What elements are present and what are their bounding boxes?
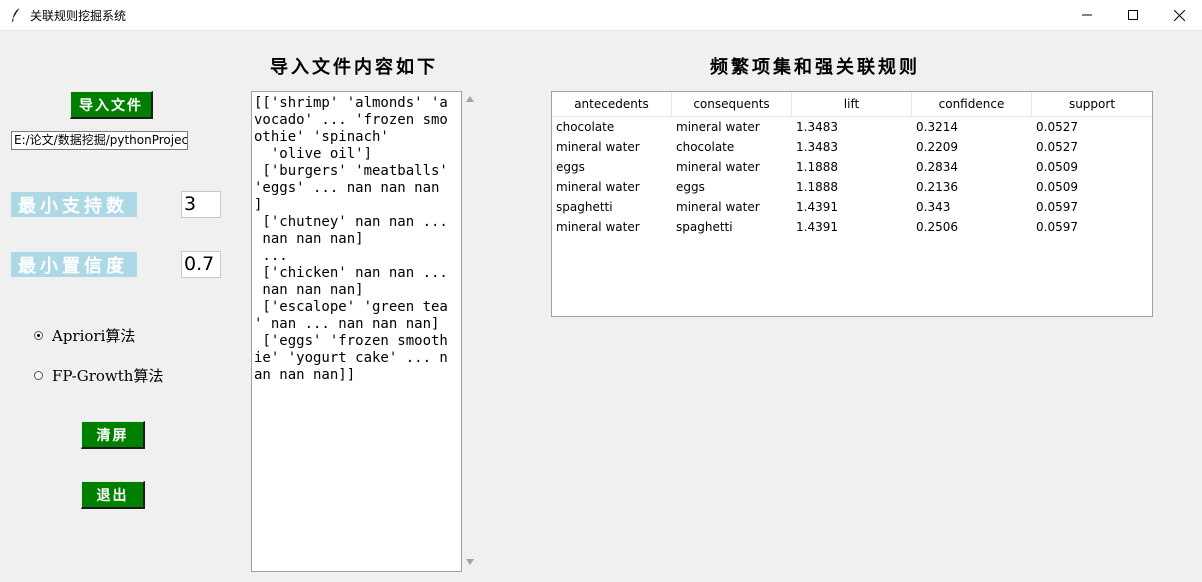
cell-confidence: 0.2506: [916, 220, 958, 234]
fp-growth-radio-label: FP-Growth算法: [52, 367, 164, 385]
maximize-icon: [1128, 10, 1138, 20]
cell-support: 0.0509: [1036, 160, 1078, 174]
table-row[interactable]: mineral water chocolate 1.3483 0.2209 0.…: [552, 137, 1152, 157]
minimize-icon: [1082, 10, 1092, 20]
cell-lift: 1.4391: [796, 220, 838, 234]
cell-antecedents: mineral water: [556, 180, 640, 194]
cell-consequents: spaghetti: [676, 220, 733, 234]
scroll-up-arrow-icon[interactable]: [466, 96, 474, 102]
apriori-radio[interactable]: Apriori算法: [34, 325, 135, 346]
column-header-antecedents[interactable]: antecedents: [552, 92, 672, 116]
column-header-lift[interactable]: lift: [792, 92, 912, 116]
min-confidence-input[interactable]: 0.7: [181, 251, 221, 278]
column-header-support[interactable]: support: [1032, 92, 1152, 116]
cell-lift: 1.4391: [796, 200, 838, 214]
cell-consequents: chocolate: [676, 140, 735, 154]
cell-lift: 1.3483: [796, 120, 838, 134]
apriori-radio-label: Apriori算法: [52, 327, 136, 345]
radio-indicator: [34, 371, 43, 380]
table-row[interactable]: chocolate mineral water 1.3483 0.3214 0.…: [552, 117, 1152, 137]
rules-table: antecedents consequents lift confidence …: [551, 91, 1153, 317]
column-header-consequents[interactable]: consequents: [672, 92, 792, 116]
cell-lift: 1.1888: [796, 160, 838, 174]
import-file-button[interactable]: 导入文件: [70, 91, 153, 119]
exit-button[interactable]: 退出: [81, 481, 145, 509]
file-content-textarea[interactable]: [['shrimp' 'almonds' 'a vocado' ... 'fro…: [251, 91, 462, 572]
min-support-input[interactable]: 3: [181, 191, 221, 218]
min-support-label: 最小支持数: [11, 192, 137, 217]
table-row[interactable]: mineral water spaghetti 1.4391 0.2506 0.…: [552, 217, 1152, 237]
cell-confidence: 0.3214: [916, 120, 958, 134]
file-content-heading: 导入文件内容如下: [270, 57, 438, 78]
table-header: antecedents consequents lift confidence …: [552, 92, 1152, 117]
cell-consequents: mineral water: [676, 160, 760, 174]
window-title-bar: 关联规则挖掘系统: [0, 0, 1202, 31]
cell-support: 0.0597: [1036, 220, 1078, 234]
rules-heading: 频繁项集和强关联规则: [710, 57, 920, 78]
window-title: 关联规则挖掘系统: [30, 9, 127, 23]
cell-support: 0.0527: [1036, 140, 1078, 154]
cell-antecedents: mineral water: [556, 220, 640, 234]
cell-antecedents: mineral water: [556, 140, 640, 154]
fp-growth-radio[interactable]: FP-Growth算法: [34, 365, 163, 386]
cell-confidence: 0.343: [916, 200, 951, 214]
cell-antecedents: spaghetti: [556, 200, 613, 214]
cell-support: 0.0527: [1036, 120, 1078, 134]
table-row[interactable]: mineral water eggs 1.1888 0.2136 0.0509: [552, 177, 1152, 197]
min-confidence-label: 最小置信度: [11, 252, 137, 277]
cell-consequents: mineral water: [676, 120, 760, 134]
cell-antecedents: eggs: [556, 160, 585, 174]
file-path-field[interactable]: E:/论文/数据挖掘/pythonProjec: [11, 131, 188, 150]
cell-support: 0.0597: [1036, 200, 1078, 214]
table-row[interactable]: eggs mineral water 1.1888 0.2834 0.0509: [552, 157, 1152, 177]
cell-confidence: 0.2136: [916, 180, 958, 194]
cell-consequents: mineral water: [676, 200, 760, 214]
cell-consequents: eggs: [676, 180, 705, 194]
close-button[interactable]: [1156, 0, 1202, 30]
cell-lift: 1.3483: [796, 140, 838, 154]
feather-icon: [10, 7, 22, 23]
radio-indicator: [34, 331, 43, 340]
minimize-button[interactable]: [1064, 0, 1110, 30]
cell-support: 0.0509: [1036, 180, 1078, 194]
cell-lift: 1.1888: [796, 180, 838, 194]
clear-screen-button[interactable]: 清屏: [81, 421, 145, 449]
cell-confidence: 0.2834: [916, 160, 958, 174]
close-icon: [1173, 9, 1185, 21]
column-header-confidence[interactable]: confidence: [912, 92, 1032, 116]
scroll-down-arrow-icon[interactable]: [466, 559, 474, 565]
table-row[interactable]: spaghetti mineral water 1.4391 0.343 0.0…: [552, 197, 1152, 217]
textarea-scrollbar[interactable]: [462, 91, 479, 572]
cell-antecedents: chocolate: [556, 120, 615, 134]
cell-confidence: 0.2209: [916, 140, 958, 154]
maximize-button[interactable]: [1110, 0, 1156, 30]
